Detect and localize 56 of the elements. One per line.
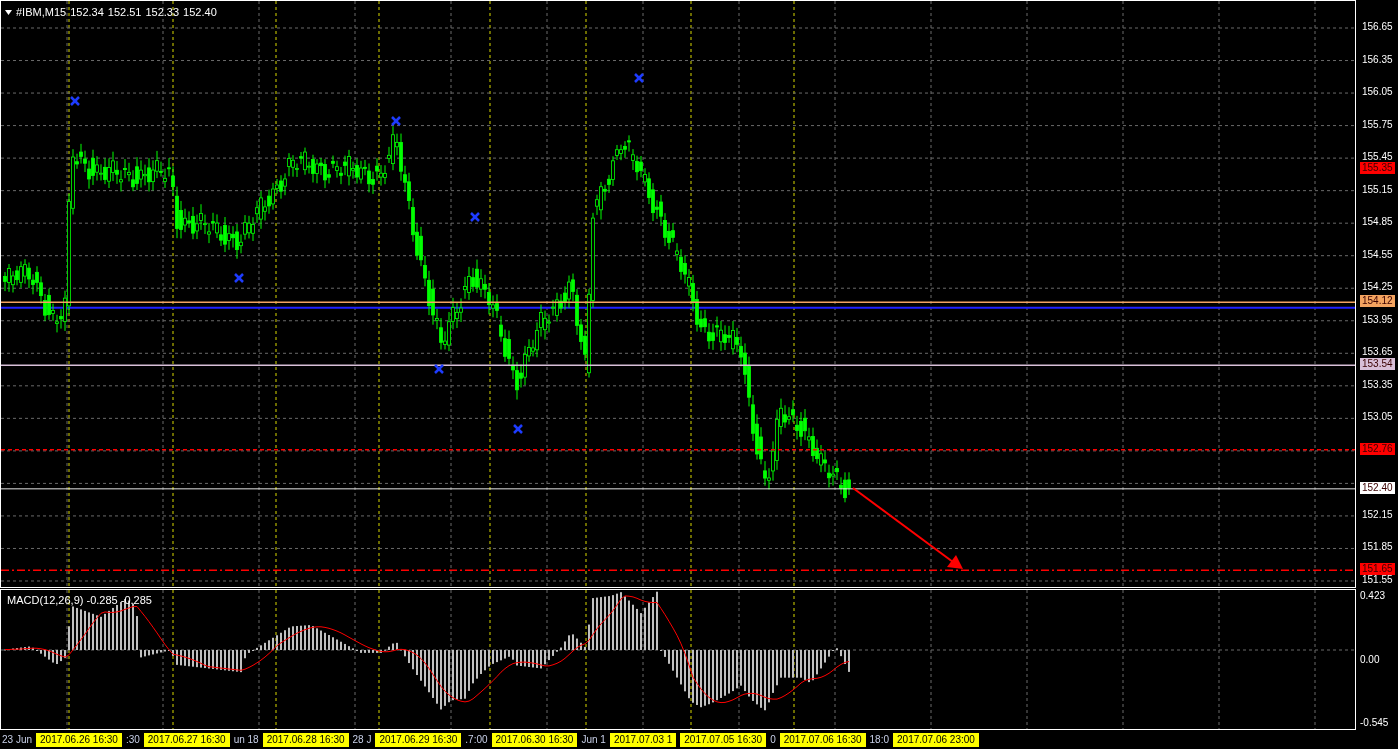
- time-axis-label: 2017.06.28 16:30: [262, 732, 349, 747]
- price-axis-label: 154.55: [1362, 249, 1393, 260]
- price-axis-label: 151.85: [1362, 542, 1393, 553]
- cross-marker: [234, 273, 244, 283]
- time-axis-label: 2017.06.29 16:30: [375, 732, 462, 747]
- price-tag: 153.54: [1360, 358, 1395, 371]
- macd-axis-label: -0.545: [1360, 718, 1390, 728]
- price-axis-label: 156.35: [1362, 54, 1393, 65]
- time-axis-label: Jun 1: [581, 732, 606, 747]
- cross-marker: [634, 73, 644, 83]
- time-axis-label: 23 Jun: [2, 732, 33, 747]
- price-tag: 152.76: [1360, 442, 1395, 455]
- low-price: 152.33: [145, 5, 180, 20]
- price-axis-label: 156.65: [1362, 22, 1393, 32]
- cross-marker: [391, 116, 401, 126]
- time-axis-label: 2017.07.05 16:30: [680, 732, 767, 747]
- time-axis-label: 2017.07.06 16:30: [779, 732, 866, 747]
- price-axis-label: 153.05: [1362, 412, 1393, 423]
- time-axis-label: 2017.06.30 16:30: [491, 732, 578, 747]
- time-axis-label: 2017.07.03 1: [609, 732, 677, 747]
- symbol-label: #IBM,M15: [16, 5, 67, 20]
- close-price: 152.40: [183, 5, 217, 20]
- macd-label: MACD(12,26,9) -0.285 -0.285: [7, 593, 152, 608]
- time-axis-label: :30: [125, 732, 140, 747]
- time-axis-label: 28 J: [352, 732, 372, 747]
- price-axis-label: 153.65: [1362, 347, 1393, 358]
- high-price: 152.51: [107, 5, 142, 20]
- cross-marker: [513, 424, 523, 434]
- price-axis-label: 156.05: [1362, 87, 1393, 98]
- price-axis-label: 155.45: [1362, 152, 1393, 163]
- price-tag: 155.35: [1360, 161, 1395, 174]
- time-axis-label: .7:00: [465, 732, 488, 747]
- time-axis-label: 2017.06.26 16:30: [36, 732, 122, 747]
- open-price: 152.34: [70, 5, 104, 20]
- price-axis-label: 153.95: [1362, 314, 1393, 325]
- price-tag: 152.40: [1360, 481, 1395, 494]
- cross-marker: [70, 96, 80, 106]
- price-axis-label: 151.55: [1362, 575, 1393, 585]
- macd-axis-label: 0.00: [1360, 654, 1381, 665]
- time-axis-label: 2017.07.06 23:00: [893, 732, 979, 747]
- time-axis-label: un 18: [233, 732, 259, 747]
- dropdown-triangle-icon[interactable]: [5, 9, 12, 15]
- cross-marker: [470, 212, 480, 222]
- macd-axis-label: 0.423: [1360, 591, 1387, 601]
- price-axis-label: 154.85: [1362, 217, 1393, 228]
- price-axis-label: 154.25: [1362, 282, 1393, 293]
- price-axis-label: 153.35: [1362, 379, 1393, 390]
- time-axis-label: 0: [770, 732, 776, 747]
- price-tag: 154.12: [1360, 295, 1395, 308]
- price-axis-label: 152.15: [1362, 509, 1393, 520]
- price-axis-label: 155.75: [1362, 119, 1393, 130]
- time-axis-label: 2017.06.27 16:30: [143, 732, 230, 747]
- price-axis-label: 155.15: [1362, 184, 1393, 195]
- price-tag: 151.65: [1360, 563, 1395, 576]
- time-axis-label: 18:0: [869, 732, 890, 747]
- cross-marker: [434, 364, 444, 374]
